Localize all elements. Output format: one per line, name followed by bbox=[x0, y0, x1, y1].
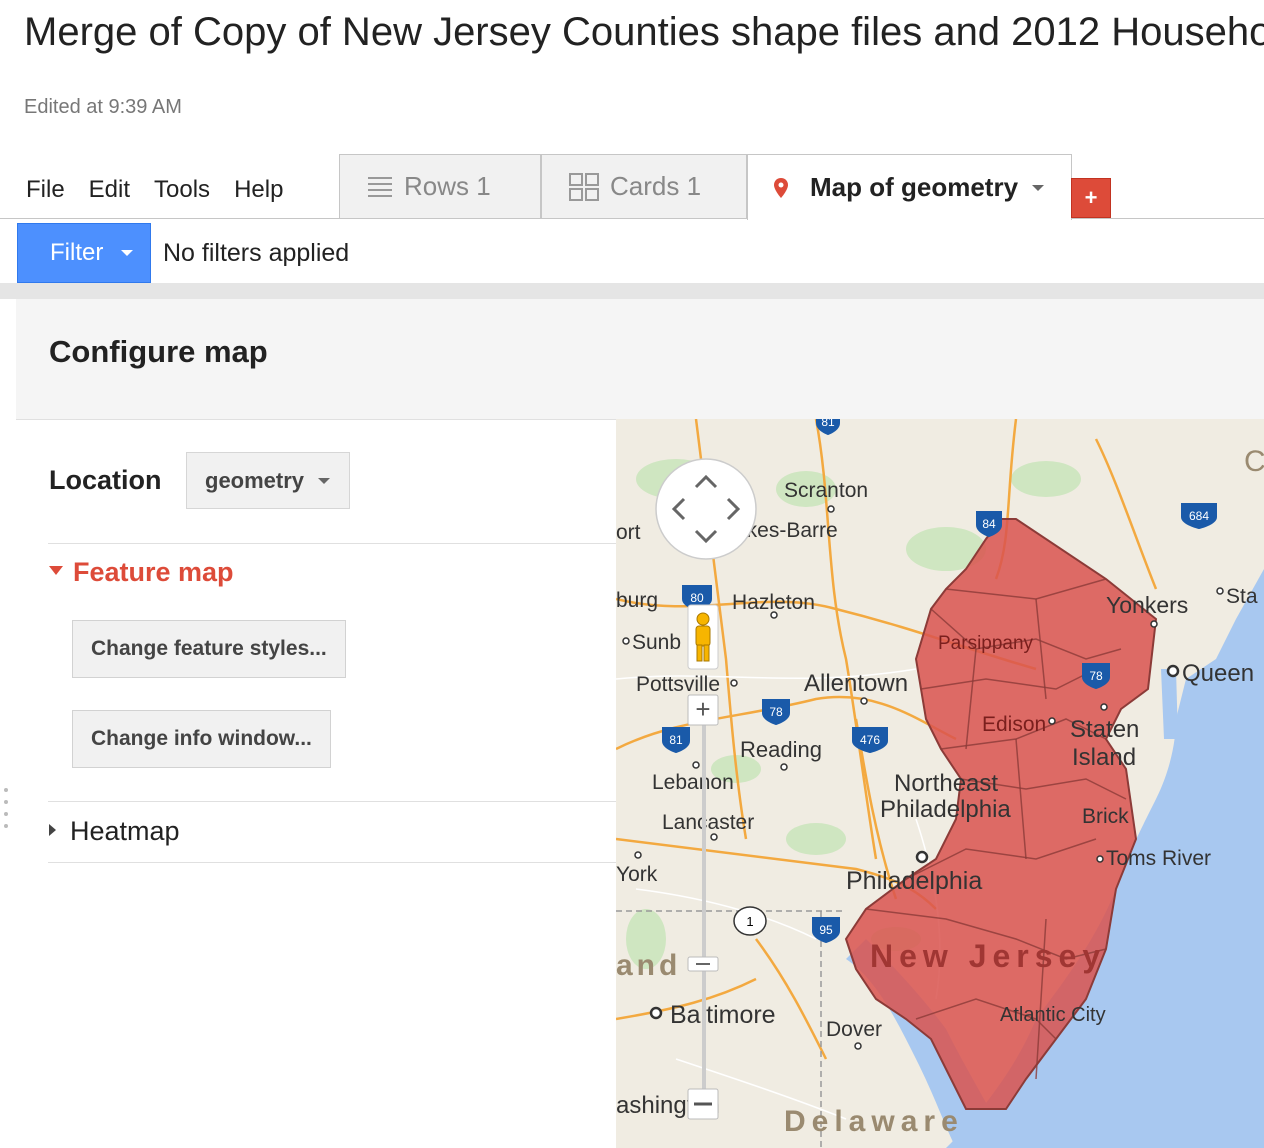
state-label: New Jersey bbox=[870, 938, 1106, 974]
city-label: Philadelphia bbox=[880, 796, 1011, 823]
city-label: Queen bbox=[1182, 660, 1254, 687]
chevron-down-icon bbox=[121, 250, 134, 256]
document-title[interactable]: Merge of Copy of New Jersey Counties sha… bbox=[24, 10, 1264, 55]
shield-label: 78 bbox=[769, 705, 783, 719]
change-info-window-button[interactable]: Change info window... bbox=[72, 710, 331, 768]
divider bbox=[48, 862, 616, 863]
shield-label: 80 bbox=[690, 591, 704, 605]
city-label: Pottsville bbox=[636, 673, 720, 696]
filter-bar: Filter No filters applied bbox=[0, 219, 1264, 283]
city-label: Toms River bbox=[1106, 847, 1211, 870]
location-select-value: geometry bbox=[205, 467, 305, 493]
menu-file[interactable]: File bbox=[14, 176, 77, 204]
filter-button-label: Filter bbox=[50, 239, 104, 266]
hudson-water bbox=[1161, 669, 1178, 739]
shield-label: 84 bbox=[982, 517, 996, 531]
state-label: C bbox=[1244, 445, 1264, 478]
change-feature-styles-button[interactable]: Change feature styles... bbox=[72, 620, 346, 678]
city-label: Atlantic City bbox=[1000, 1004, 1106, 1026]
tab-cards[interactable]: Cards 1 bbox=[541, 154, 747, 218]
city-label: Dover bbox=[826, 1018, 882, 1041]
plus-icon: + bbox=[695, 694, 710, 724]
city-label: Sunb bbox=[632, 631, 681, 654]
triangle-right-icon bbox=[49, 823, 56, 836]
page-title: Configure map bbox=[49, 334, 268, 369]
city-label: Edison bbox=[982, 713, 1046, 736]
city-label: Lancaster bbox=[662, 811, 754, 834]
city-label: Northeast bbox=[894, 770, 998, 797]
feature-map-toggle[interactable]: Feature map bbox=[49, 557, 234, 588]
city-label: Scranton bbox=[784, 479, 868, 502]
chevron-down-icon[interactable] bbox=[1032, 184, 1045, 191]
state-label: Delaware bbox=[784, 1105, 964, 1138]
city-label: Baltimore bbox=[670, 1001, 776, 1029]
edited-status: Edited at 9:39 AM bbox=[24, 96, 182, 118]
divider bbox=[48, 801, 616, 802]
shield-label: 81 bbox=[821, 419, 835, 429]
map-canvas[interactable]: 81 84 684 80 78 78 81 476 95 1 Scranton … bbox=[616, 419, 1264, 1148]
city-label: Allentown bbox=[804, 670, 908, 697]
city-label: Yonkers bbox=[1106, 592, 1188, 618]
map-view[interactable]: 81 84 684 80 78 78 81 476 95 1 Scranton … bbox=[616, 419, 1264, 1148]
pegman-icon bbox=[687, 604, 719, 670]
configure-header: Configure map bbox=[16, 299, 1264, 420]
cards-icon bbox=[568, 172, 600, 202]
shield-label: 95 bbox=[819, 923, 833, 937]
city-label: ort bbox=[616, 521, 641, 544]
shield-label: 81 bbox=[669, 733, 683, 747]
state-label: and bbox=[616, 949, 681, 982]
menu-bar: File Edit Tools Help bbox=[14, 176, 295, 204]
city-label: lkes-Barre bbox=[742, 519, 838, 542]
city-label: Parsippany bbox=[938, 633, 1034, 654]
drag-handle-icon[interactable] bbox=[2, 784, 10, 832]
triangle-down-icon bbox=[49, 566, 63, 576]
tab-rows[interactable]: Rows 1 bbox=[339, 154, 541, 218]
divider bbox=[48, 543, 616, 544]
tab-map[interactable]: Map of geometry bbox=[747, 154, 1072, 220]
tab-rows-label: Rows 1 bbox=[404, 171, 491, 201]
city-label: Brick bbox=[1082, 805, 1129, 828]
city-label: Philadelphia bbox=[846, 867, 982, 895]
rows-icon bbox=[366, 173, 394, 201]
menu-tools[interactable]: Tools bbox=[142, 176, 222, 204]
city-label: York bbox=[616, 863, 658, 886]
heatmap-label: Heatmap bbox=[70, 816, 180, 846]
city-label: Sta bbox=[1226, 585, 1258, 608]
tab-map-label: Map of geometry bbox=[810, 172, 1019, 202]
menu-edit[interactable]: Edit bbox=[77, 176, 142, 204]
city-label: Island bbox=[1072, 744, 1136, 771]
location-label: Location bbox=[49, 465, 162, 495]
map-pin-icon bbox=[774, 177, 788, 198]
zoom-control: + bbox=[687, 694, 719, 1120]
tab-cards-label: Cards 1 bbox=[610, 171, 702, 201]
shield-label: 78 bbox=[1089, 669, 1103, 683]
chevron-down-icon bbox=[318, 477, 331, 484]
feature-map-label: Feature map bbox=[73, 557, 234, 587]
city-label: Reading bbox=[740, 737, 822, 762]
shield-label: 476 bbox=[860, 733, 880, 747]
shield-label: 684 bbox=[1189, 509, 1209, 523]
city-label: Lebanon bbox=[652, 771, 734, 794]
menu-help[interactable]: Help bbox=[222, 176, 295, 204]
location-select[interactable]: geometry bbox=[186, 452, 350, 509]
separator-strip bbox=[0, 283, 1264, 299]
filter-button[interactable]: Filter bbox=[17, 223, 151, 283]
city-label: burg bbox=[616, 589, 658, 612]
add-tab-button[interactable]: + bbox=[1071, 178, 1111, 218]
city-label: Hazleton bbox=[732, 591, 815, 614]
map-pan-control bbox=[655, 458, 757, 560]
heatmap-toggle[interactable]: Heatmap bbox=[49, 816, 180, 847]
filter-status: No filters applied bbox=[163, 239, 350, 267]
shield-label: 1 bbox=[746, 914, 753, 929]
city-label: Staten bbox=[1070, 716, 1139, 743]
